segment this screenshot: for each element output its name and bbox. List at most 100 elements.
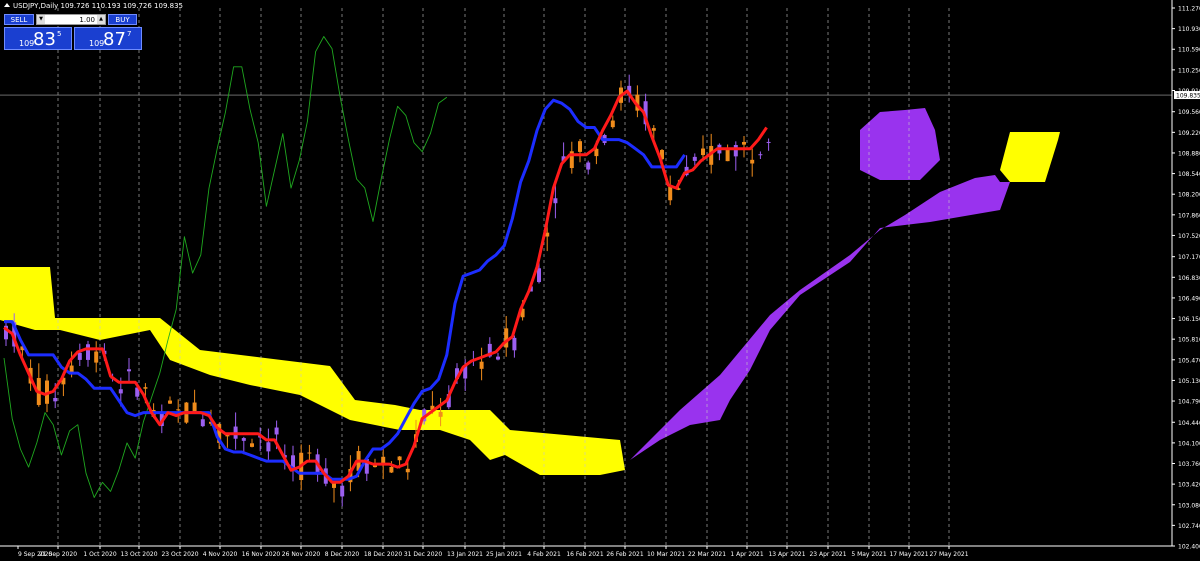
candle-body (118, 389, 123, 394)
price-tick-label: 107.170 (1178, 254, 1200, 261)
date-tick-label: 8 Dec 2020 (325, 551, 360, 558)
candle-body (94, 351, 99, 363)
price-tick-label: 103.080 (1178, 502, 1200, 509)
buy-button[interactable]: BUY (108, 14, 137, 25)
date-tick-label: 1 Apr 2021 (730, 551, 763, 558)
buy-quote[interactable]: 109 87 7 (74, 27, 142, 50)
date-tick-label: 16 Feb 2021 (566, 551, 604, 558)
price-tick-label: 106.490 (1178, 295, 1200, 302)
price-tick-label: 104.440 (1178, 420, 1200, 427)
collapse-triangle-icon[interactable] (4, 3, 10, 7)
date-tick-label: 18 Dec 2020 (364, 551, 403, 558)
candle-body (479, 361, 484, 369)
date-tick-label: 31 Dec 2020 (404, 551, 443, 558)
candle-body (397, 456, 402, 461)
buy-quote-prefix: 109 (89, 39, 105, 48)
price-tick-label: 104.100 (1178, 440, 1200, 447)
date-tick-label: 13 Apr 2021 (768, 551, 805, 558)
candle-body (200, 419, 205, 427)
date-tick-label: 16 Nov 2020 (242, 551, 281, 558)
chart-title: USDJPY,Daily 109.726 110.193 109.726 109… (4, 2, 183, 10)
buy-quote-pip: 7 (127, 30, 132, 38)
current-price-label: 109.835 (1176, 93, 1200, 100)
date-tick-label: 4 Nov 2020 (203, 551, 238, 558)
candle-body (766, 141, 771, 143)
date-tick-label: 23 Oct 2020 (161, 551, 198, 558)
price-tick-label: 103.420 (1178, 482, 1200, 489)
candle-body (143, 387, 148, 389)
price-tick-label: 108.540 (1178, 171, 1200, 178)
date-tick-label: 22 Mar 2021 (688, 551, 726, 558)
candle-body (389, 467, 394, 473)
sell-quote-pip: 5 (57, 30, 62, 38)
candle-body (553, 198, 558, 204)
buy-quote-big: 87 (103, 29, 126, 50)
price-tick-label: 102.400 (1178, 544, 1200, 551)
chart-title-text: USDJPY,Daily 109.726 110.193 109.726 109… (13, 2, 183, 10)
date-tick-label: 26 Feb 2021 (606, 551, 644, 558)
candle-body (53, 397, 58, 402)
lot-increase-icon[interactable]: ▲ (97, 15, 105, 24)
ichimoku-chart[interactable]: 111.270110.930110.590110.250109.910109.5… (0, 0, 1200, 561)
date-tick-label: 25 Jan 2021 (486, 551, 522, 558)
lot-decrease-icon[interactable]: ▼ (37, 15, 45, 24)
price-tick-label: 109.560 (1178, 109, 1200, 116)
lot-size-value[interactable]: 1.00 (45, 16, 97, 24)
candle-body (668, 186, 673, 201)
candle-body (192, 402, 197, 412)
candle-body (176, 409, 181, 411)
candle-body (405, 468, 410, 473)
date-tick-label: 27 May 2021 (929, 551, 968, 558)
candle-body (610, 120, 615, 128)
sell-button[interactable]: SELL (4, 14, 34, 25)
candle-body (692, 156, 697, 161)
candle-body (274, 427, 279, 435)
date-tick-label: 17 May 2021 (889, 551, 928, 558)
candle-body (496, 356, 500, 360)
candle-body (504, 328, 509, 348)
price-tick-label: 111.270 (1178, 6, 1200, 13)
price-tick-label: 106.830 (1178, 275, 1200, 282)
date-tick-label: 13 Oct 2020 (120, 551, 157, 558)
price-tick-label: 106.150 (1178, 316, 1200, 323)
date-tick-label: 4 Feb 2021 (527, 551, 561, 558)
candle-body (86, 344, 90, 360)
price-tick-label: 105.130 (1178, 378, 1200, 385)
candle-body (578, 141, 582, 152)
candle-body (537, 268, 541, 283)
candle-body (701, 148, 705, 156)
price-tick-label: 102.740 (1178, 523, 1200, 530)
sell-quote-big: 83 (33, 29, 56, 50)
lot-size-field[interactable]: ▼ 1.00 ▲ (36, 14, 106, 25)
candle-body (250, 443, 254, 447)
price-tick-label: 103.760 (1178, 461, 1200, 468)
sell-quote[interactable]: 109 83 5 (4, 27, 72, 50)
candle-body (512, 337, 517, 351)
candle-body (266, 442, 271, 452)
date-tick-label: 21 Sep 2020 (39, 551, 77, 558)
candle-body (733, 144, 738, 157)
price-tick-label: 104.790 (1178, 399, 1200, 406)
date-tick-label: 5 May 2021 (851, 551, 886, 558)
price-tick-label: 110.590 (1178, 47, 1200, 54)
date-tick-label: 10 Mar 2021 (647, 551, 685, 558)
price-tick-label: 105.470 (1178, 357, 1200, 364)
price-tick-label: 108.200 (1178, 192, 1200, 199)
price-tick-label: 109.220 (1178, 130, 1200, 137)
candle-body (742, 141, 746, 145)
date-tick-label: 26 Nov 2020 (282, 551, 321, 558)
price-tick-label: 110.930 (1178, 26, 1200, 33)
candle-body (241, 438, 246, 441)
one-click-trading-panel: SELL ▼ 1.00 ▲ BUY 109 83 5 109 87 7 (4, 13, 142, 51)
candle-body (168, 400, 172, 404)
date-tick-label: 13 Jan 2021 (447, 551, 483, 558)
date-tick-label: 23 Apr 2021 (809, 551, 846, 558)
price-tick-label: 108.880 (1178, 150, 1200, 157)
candle-body (307, 452, 312, 454)
candle-body (750, 159, 755, 164)
candle-body (651, 128, 656, 131)
candle-body (586, 162, 591, 170)
candle-body (77, 352, 82, 360)
date-tick-label: 1 Oct 2020 (83, 551, 116, 558)
sell-quote-prefix: 109 (19, 39, 35, 48)
